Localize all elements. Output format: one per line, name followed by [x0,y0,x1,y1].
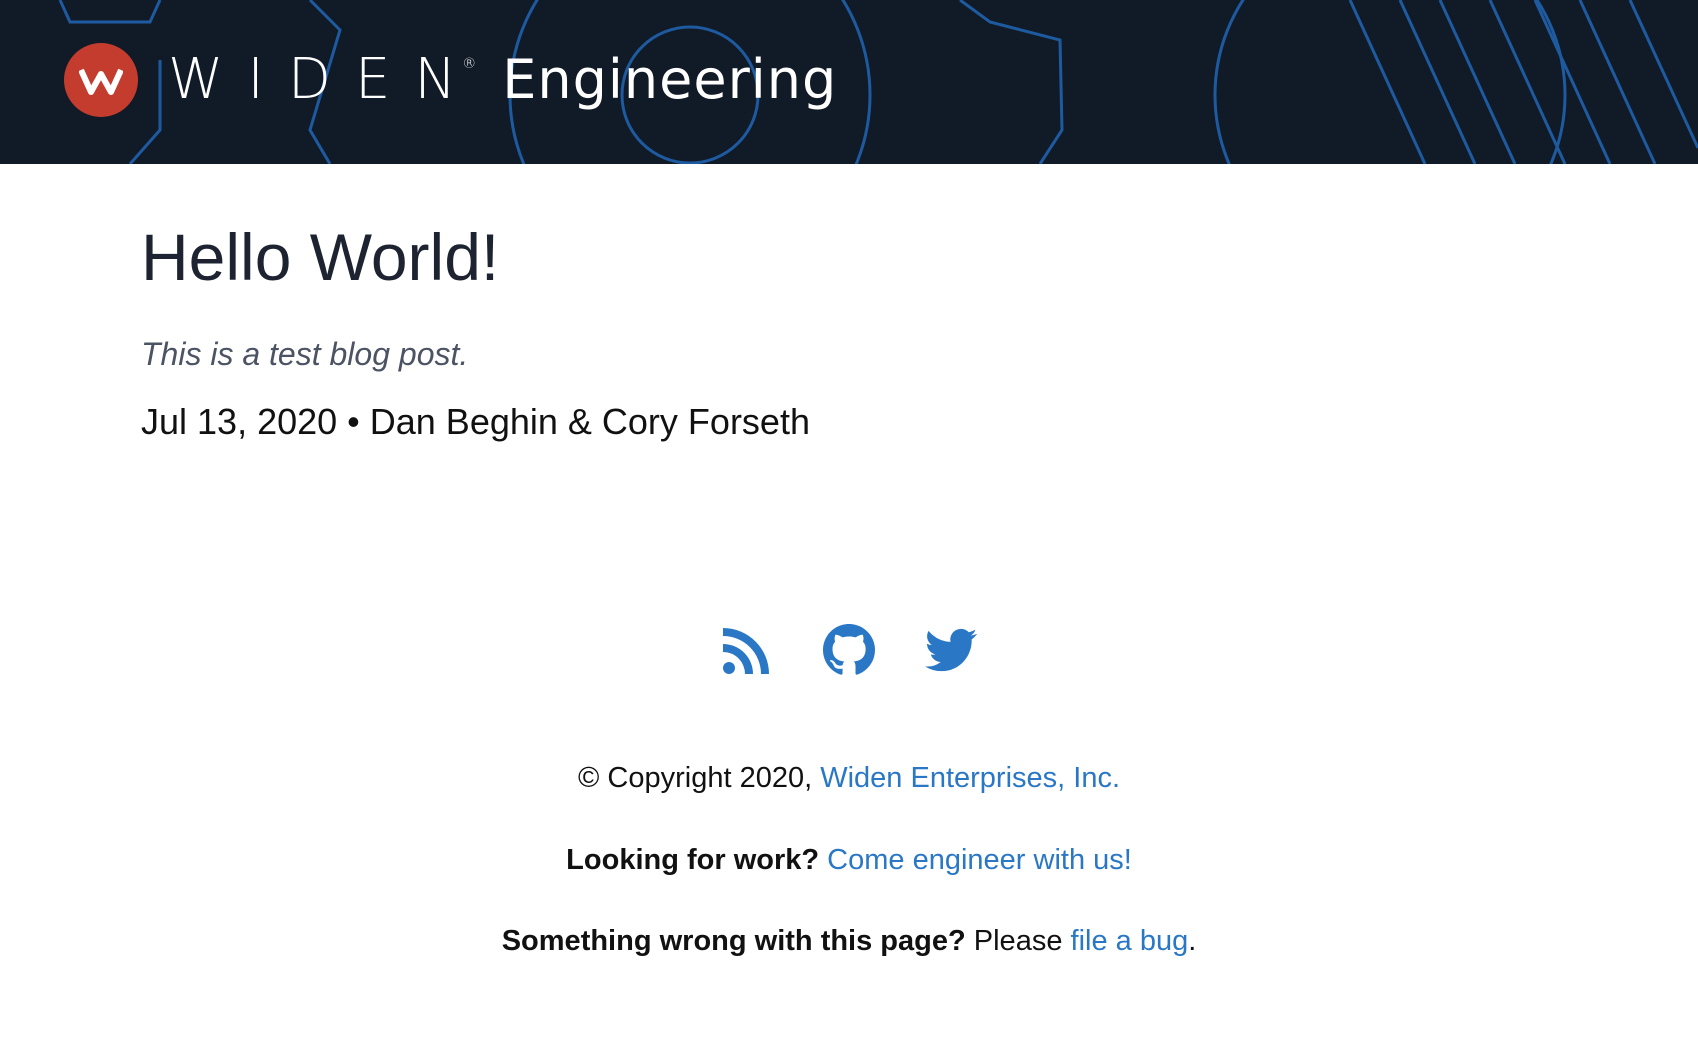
jobs-line: Looking for work? Come engineer with us! [0,842,1698,880]
twitter-link[interactable] [925,624,977,676]
jobs-prompt: Looking for work? [566,843,820,876]
home-logo-link[interactable]: WIDEN® Engineering [64,42,837,118]
twitter-icon [925,628,977,672]
site-footer: © Copyright 2020, Widen Enterprises, Inc… [0,760,1698,1005]
widen-wordmark: WIDEN® [168,47,481,112]
site-header: WIDEN® Engineering [0,0,1698,164]
social-links [0,624,1698,676]
rss-link[interactable] [721,624,773,676]
jobs-link[interactable]: Come engineer with us! [827,844,1132,876]
bug-prompt: Something wrong with this page? [501,925,966,958]
company-link[interactable]: Widen Enterprises, Inc. [820,762,1120,794]
bug-line: Something wrong with this page? Please f… [0,923,1698,961]
copyright-text: © Copyright 2020, [577,762,821,794]
post-meta: Jul 13, 2020 • Dan Beghin & Cory Forseth [141,400,810,442]
widen-logo-icon [64,43,138,117]
bug-period: . [1188,925,1197,958]
post-description: This is a test blog post. [141,335,469,372]
rss-icon [723,628,769,674]
copyright-line: © Copyright 2020, Widen Enterprises, Inc… [0,760,1698,798]
github-icon [823,624,875,675]
post-header: Hello World! This is a test blog post. J… [141,220,1541,443]
bug-please-text: Please [965,925,1071,958]
file-bug-link[interactable]: file a bug [1071,925,1189,957]
post-title: Hello World! [141,220,500,294]
site-suffix: Engineering [502,48,838,111]
github-link[interactable] [823,624,875,676]
